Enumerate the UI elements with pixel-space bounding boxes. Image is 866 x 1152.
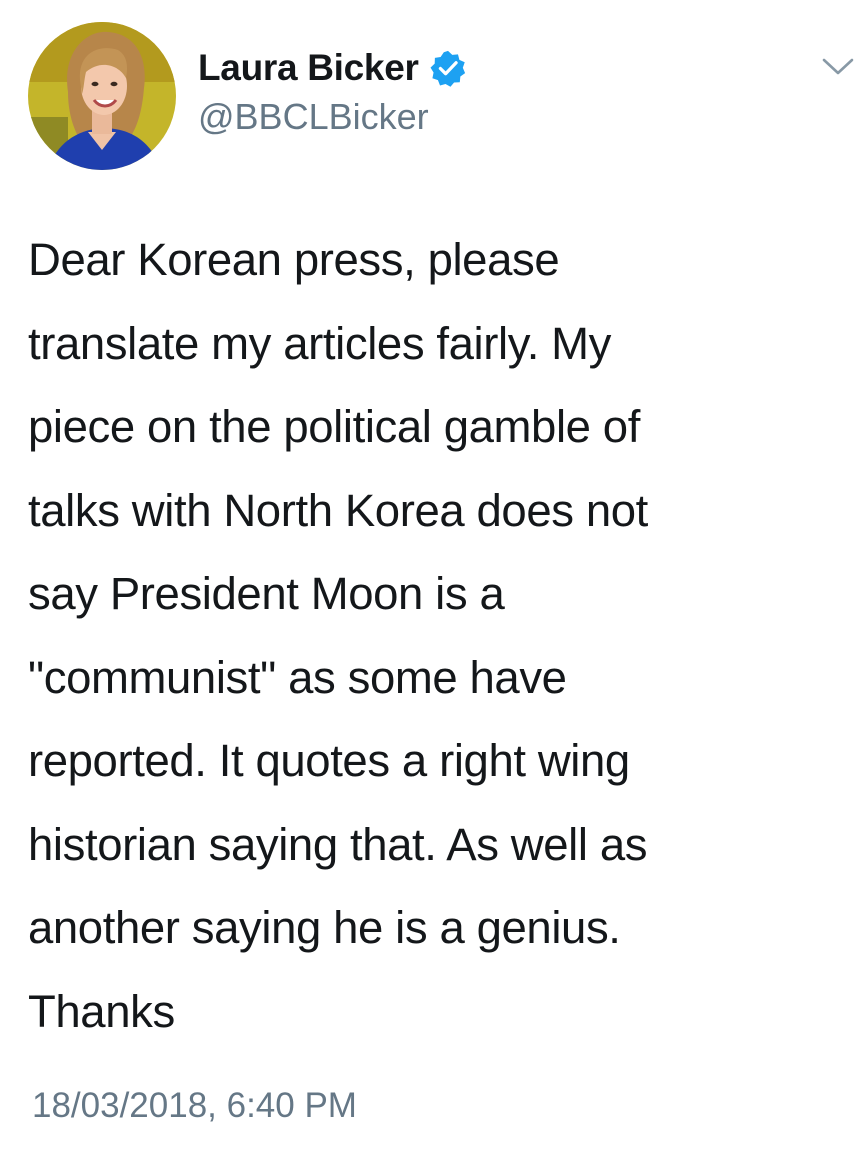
tweet-card: Laura Bicker @BBCLBicker Dear Korean pre… [0,0,866,1152]
verified-badge-icon [429,49,467,87]
tweet-text-line: talks with North Korea does not [28,484,648,536]
display-name[interactable]: Laura Bicker [198,47,419,89]
tweet-text-line: historian saying that. As well as [28,818,648,870]
tweet-timestamp[interactable]: 18/03/2018, 6:40 PM [32,1086,357,1126]
tweet-text-line: say President Moon is a [28,568,505,619]
tweet-text: Dear Korean press, please translate my a… [28,218,848,1053]
tweet-text-line: another saying he is a genius. [28,902,621,953]
author-name-row: Laura Bicker [198,42,467,94]
avatar-image [28,22,176,170]
tweet-text-line: translate my articles fairly. My [28,317,612,369]
tweet-text-line: "communist" as some have [28,651,567,703]
user-handle[interactable]: @BBCLBicker [198,96,429,138]
chevron-down-icon[interactable] [818,52,858,82]
tweet-text-line: Thanks [28,985,175,1037]
tweet-text-line: piece on the political gamble of [28,401,640,452]
tweet-text-line: Dear Korean press, please [28,234,560,285]
tweet-text-line: reported. It quotes a right wing [28,735,630,786]
avatar[interactable] [28,22,176,170]
